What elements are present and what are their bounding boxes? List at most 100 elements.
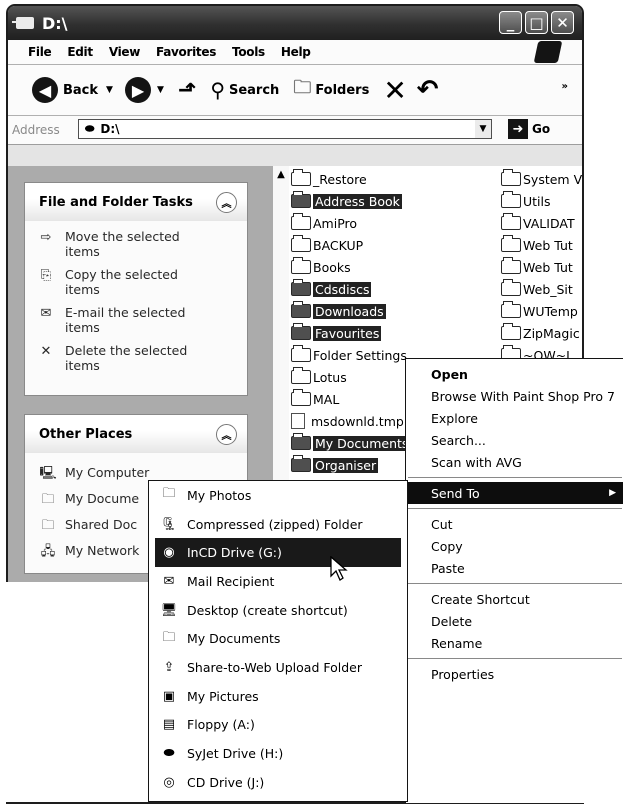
submenu-item[interactable]: 🖥 Desktop (create shortcut) xyxy=(149,596,407,625)
list-item[interactable]: My Documents xyxy=(291,432,411,454)
submenu-item[interactable]: ✉ Mail Recipient xyxy=(149,567,407,596)
menu-browse-paint-shop[interactable]: Browse With Paint Shop Pro 7 xyxy=(406,385,623,407)
submenu-item[interactable]: ⬬ SyJet Drive (H:) xyxy=(149,739,407,768)
minimize-button[interactable]: _ xyxy=(499,11,522,34)
menu-bar: File Edit View Favorites Tools Help xyxy=(8,40,582,65)
list-item[interactable]: Cdsdiscs xyxy=(291,278,410,300)
toolbar-overflow-icon[interactable]: » xyxy=(562,81,568,92)
menu-open[interactable]: Open xyxy=(406,363,623,385)
list-item[interactable]: AmiPro xyxy=(291,212,410,234)
submenu-label: InCD Drive (G:) xyxy=(187,545,282,561)
collapse-icon[interactable]: ︽ xyxy=(216,424,237,445)
list-item[interactable]: Web Tut xyxy=(501,234,582,256)
menu-send-to[interactable]: Send To ▶ xyxy=(406,482,623,504)
menu-paste[interactable]: Paste xyxy=(406,557,623,579)
folder-icon xyxy=(501,169,521,186)
item-label: Web Tut xyxy=(523,259,573,275)
menu-explore[interactable]: Explore xyxy=(406,407,623,429)
collapse-icon[interactable]: ︽ xyxy=(216,192,237,213)
delete-x-icon: ✕ xyxy=(383,73,407,107)
undo-button[interactable]: ↶ xyxy=(417,75,439,105)
computer-icon: 🖳 xyxy=(39,466,57,481)
menu-cut[interactable]: Cut xyxy=(406,513,623,535)
item-label: Utils xyxy=(523,193,551,209)
go-button[interactable]: ➜ Go xyxy=(508,119,550,139)
task-label: E-mail the selected items xyxy=(65,305,186,335)
search-label: Search xyxy=(228,82,280,98)
menu-properties[interactable]: Properties xyxy=(406,663,623,685)
place-label: Shared Doc xyxy=(65,516,138,532)
list-item[interactable]: Downloads xyxy=(291,300,410,322)
list-item[interactable]: Folder Settings xyxy=(291,344,410,366)
folders-icon: 🗀 xyxy=(293,77,312,98)
folder-icon xyxy=(291,345,311,362)
menu-help[interactable]: Help xyxy=(281,45,311,59)
list-item[interactable]: MAL xyxy=(291,388,410,410)
menu-tools[interactable]: Tools xyxy=(232,45,265,59)
email-task[interactable]: ✉ E-mail the selected items xyxy=(37,305,247,335)
list-item[interactable]: Organiser xyxy=(291,454,410,476)
search-button[interactable]: ⚲ Search xyxy=(210,78,279,102)
forward-button[interactable]: ▶ ▼ xyxy=(124,77,164,103)
delete-task[interactable]: ✕ Delete the selected items xyxy=(37,343,247,373)
list-item[interactable]: System V xyxy=(501,168,582,190)
submenu-item[interactable]: ◉ InCD Drive (G:) xyxy=(155,538,401,568)
submenu-item[interactable]: ⇪ Share-to-Web Upload Folder xyxy=(149,653,407,682)
address-dropdown-icon[interactable]: ▼ xyxy=(475,120,491,138)
up-folder-button[interactable]: ⬏ xyxy=(178,78,196,103)
menu-delete[interactable]: Delete xyxy=(406,610,623,632)
list-item[interactable]: msdownld.tmp xyxy=(291,410,410,432)
forward-arrow-icon: ▶ xyxy=(124,77,151,103)
menu-edit[interactable]: Edit xyxy=(67,45,93,59)
folders-button[interactable]: 🗀 Folders xyxy=(293,75,369,105)
menu-file[interactable]: File xyxy=(28,45,52,59)
list-item[interactable]: _Restore xyxy=(291,168,410,190)
list-item[interactable]: Lotus xyxy=(291,366,410,388)
maximize-button[interactable]: □ xyxy=(525,11,548,34)
panel-title: Other Places xyxy=(39,426,133,442)
panel-header[interactable]: Other Places ︽ xyxy=(25,415,247,453)
toolbar: ◀ Back ▼ ▶ ▼ ⬏ ⚲ Search 🗀 Folders ✕ ↶ » xyxy=(8,65,582,116)
submenu-item[interactable]: ▤ Floppy (A:) xyxy=(149,711,407,740)
menu-view[interactable]: View xyxy=(109,45,141,59)
menu-search[interactable]: Search... xyxy=(406,429,623,451)
item-label: MAL xyxy=(313,391,340,407)
submenu-item[interactable]: ◎ CD Drive (J:) xyxy=(149,768,407,797)
list-item[interactable]: VALIDAT xyxy=(501,212,582,234)
scroll-up-icon[interactable]: ▲ xyxy=(273,166,289,182)
copy-icon: ⎘ xyxy=(40,268,52,283)
copy-task[interactable]: ⎘ Copy the selected items xyxy=(37,267,247,297)
submenu-item[interactable]: 🗀 My Documents xyxy=(149,624,407,653)
submenu-label: Desktop (create shortcut) xyxy=(187,602,348,618)
submenu-item[interactable]: ▣ My Pictures xyxy=(149,682,407,711)
close-button[interactable]: ✕ xyxy=(551,11,574,34)
list-item[interactable]: BACKUP xyxy=(291,234,410,256)
list-item[interactable]: Web Tut xyxy=(501,256,582,278)
panel-header[interactable]: File and Folder Tasks ︽ xyxy=(25,183,247,221)
menu-copy[interactable]: Copy xyxy=(406,535,623,557)
menu-create-shortcut[interactable]: Create Shortcut xyxy=(406,588,623,610)
submenu-item[interactable]: 🗜 Compressed (zipped) Folder xyxy=(149,510,407,539)
delete-button[interactable]: ✕ xyxy=(383,74,406,107)
address-input[interactable]: ⬬ D:\ ▼ xyxy=(78,119,492,139)
folder-icon xyxy=(291,455,311,472)
list-item[interactable]: ZipMagic xyxy=(501,322,582,344)
list-item[interactable]: Web_Sit xyxy=(501,278,582,300)
move-task[interactable]: ⇨ Move the selected items xyxy=(37,229,247,259)
submenu-item[interactable]: 🗀 My Photos xyxy=(149,481,407,510)
documents-icon: 🗀 xyxy=(162,629,176,645)
folder-icon xyxy=(291,389,311,406)
title-bar[interactable]: D:\ _ □ ✕ xyxy=(8,6,582,40)
menu-scan-avg[interactable]: Scan with AVG xyxy=(406,451,623,473)
list-item[interactable]: Utils xyxy=(501,190,582,212)
window-title: D:\ xyxy=(42,13,68,33)
list-item[interactable]: WUTemp xyxy=(501,300,582,322)
menu-favorites[interactable]: Favorites xyxy=(156,45,216,59)
folder-icon xyxy=(291,367,311,384)
list-item[interactable]: Address Book xyxy=(291,190,410,212)
list-item[interactable]: Books xyxy=(291,256,410,278)
back-button[interactable]: ◀ Back ▼ xyxy=(32,77,113,103)
menu-rename[interactable]: Rename xyxy=(406,632,623,654)
item-label: _Restore xyxy=(313,171,367,187)
list-item[interactable]: Favourites xyxy=(291,322,410,344)
